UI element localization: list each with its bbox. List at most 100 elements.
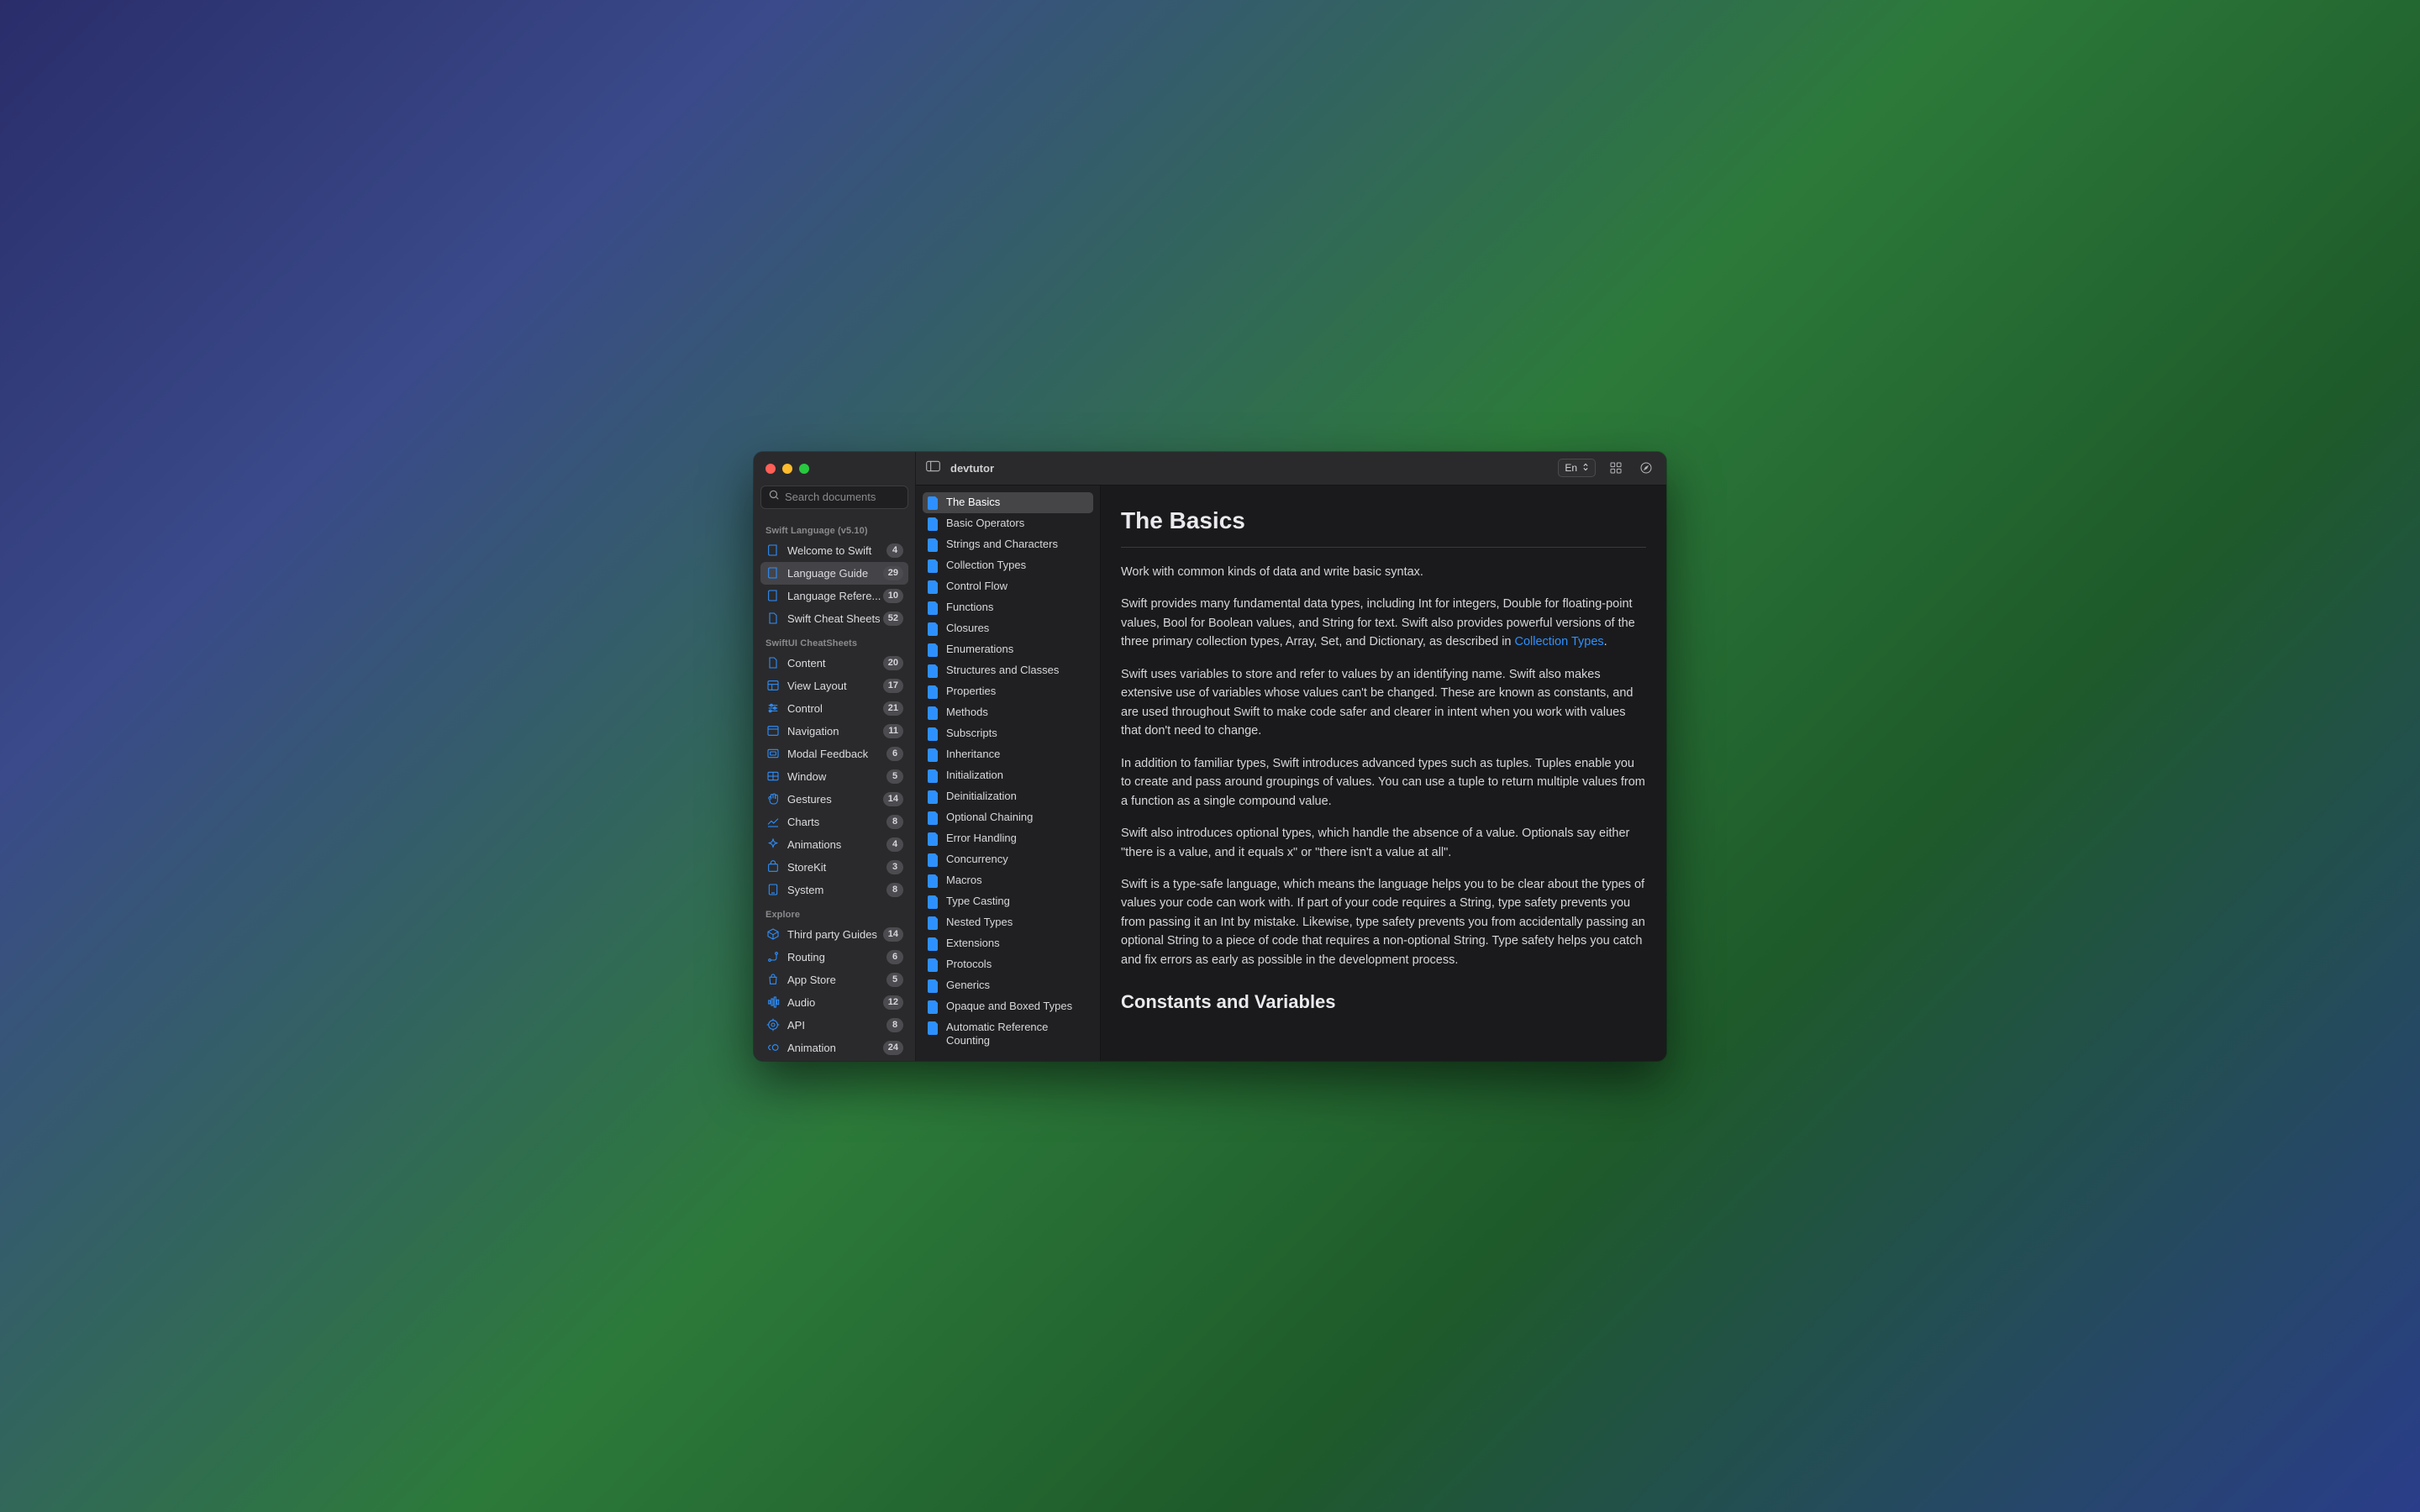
document-item-label: Type Casting [946, 895, 1010, 908]
document-item-label: Subscripts [946, 727, 997, 740]
sidebar-item[interactable]: Gestures14 [760, 788, 908, 811]
document-item[interactable]: Generics [923, 975, 1093, 996]
grid-view-button[interactable] [1606, 459, 1626, 477]
document-item-label: Enumerations [946, 643, 1013, 656]
compass-button[interactable] [1636, 459, 1656, 477]
document-item[interactable]: Subscripts [923, 723, 1093, 744]
sidebar-item[interactable]: Swift Cheat Sheets52 [760, 607, 908, 630]
sidebar-item-label: Modal Feedback [787, 748, 886, 760]
document-list-scroll[interactable]: The BasicsBasic OperatorsStrings and Cha… [916, 486, 1100, 1061]
sidebar-item[interactable]: View Layout17 [760, 675, 908, 697]
article-paragraph: Swift provides many fundamental data typ… [1121, 595, 1646, 651]
document-item-label: Inheritance [946, 748, 1000, 761]
minimize-button[interactable] [782, 464, 792, 474]
sidebar-item[interactable]: Window5 [760, 765, 908, 788]
document-item[interactable]: Nested Types [923, 912, 1093, 933]
sidebar-item[interactable]: Control21 [760, 697, 908, 720]
document-item-label: Error Handling [946, 832, 1017, 845]
sidebar-item[interactable]: Routing6 [760, 946, 908, 969]
sidebar-item[interactable]: Navigation11 [760, 720, 908, 743]
document-item[interactable]: Macros [923, 870, 1093, 891]
sidebar-item[interactable]: Animation24 [760, 1037, 908, 1059]
count-badge: 24 [883, 1041, 903, 1055]
document-item-label: Structures and Classes [946, 664, 1059, 677]
count-badge: 21 [883, 701, 903, 716]
chart-icon [765, 814, 781, 829]
device-icon [765, 882, 781, 897]
document-item[interactable]: The Basics [923, 492, 1093, 513]
sidebar-item-label: Language Guide [787, 567, 883, 580]
sidebar-item-label: View Layout [787, 680, 883, 692]
sidebar-item[interactable]: Third party Guides14 [760, 923, 908, 946]
book-icon [765, 565, 781, 580]
document-item[interactable]: Opaque and Boxed Types [923, 996, 1093, 1017]
zoom-button[interactable] [799, 464, 809, 474]
cart-icon [765, 859, 781, 874]
document-item[interactable]: Enumerations [923, 639, 1093, 660]
sidebar-item[interactable]: Welcome to Swift4 [760, 539, 908, 562]
count-badge: 11 [883, 724, 903, 738]
document-item[interactable]: Concurrency [923, 849, 1093, 870]
sidebar-section-title: Explore [760, 901, 908, 923]
search-input[interactable] [785, 491, 901, 503]
link-collection-types[interactable]: Collection Types [1515, 635, 1604, 648]
document-item[interactable]: Automatic Reference Counting [923, 1017, 1093, 1052]
count-badge: 14 [883, 927, 903, 942]
document-item[interactable]: Properties [923, 681, 1093, 702]
sidebar-item[interactable]: API8 [760, 1014, 908, 1037]
document-item[interactable]: Collection Types [923, 555, 1093, 576]
document-item[interactable]: Protocols [923, 954, 1093, 975]
document-item[interactable]: Structures and Classes [923, 660, 1093, 681]
sidebar-item[interactable]: System8 [760, 879, 908, 901]
document-item-label: Collection Types [946, 559, 1026, 572]
close-button[interactable] [765, 464, 776, 474]
search-field[interactable] [760, 486, 908, 509]
sidebar-item-label: StoreKit [787, 861, 886, 874]
document-icon [928, 496, 939, 510]
document-icon [928, 559, 939, 573]
count-badge: 3 [886, 860, 903, 874]
sidebar-item[interactable]: Language Refere...10 [760, 585, 908, 607]
sidebar-item-label: Gestures [787, 793, 883, 806]
document-item[interactable]: Deinitialization [923, 786, 1093, 807]
divider [1121, 547, 1646, 548]
document-item[interactable]: Basic Operators [923, 513, 1093, 534]
document-item[interactable]: Inheritance [923, 744, 1093, 765]
document-item[interactable]: Type Casting [923, 891, 1093, 912]
sidebar-item[interactable]: Animations4 [760, 833, 908, 856]
sidebar-item[interactable]: Audio12 [760, 991, 908, 1014]
sidebar-item[interactable]: Content20 [760, 652, 908, 675]
document-item[interactable]: Error Handling [923, 828, 1093, 849]
language-select[interactable]: En [1558, 459, 1596, 477]
document-item[interactable]: Closures [923, 618, 1093, 639]
window-icon [765, 723, 781, 738]
document-item[interactable]: Extensions [923, 933, 1093, 954]
sidebar-item-label: Language Refere... [787, 590, 883, 602]
sidebar-item[interactable]: Charts8 [760, 811, 908, 833]
document-item[interactable]: Methods [923, 702, 1093, 723]
sliders-icon [765, 701, 781, 716]
document-item-label: Closures [946, 622, 989, 635]
sidebar-item[interactable]: App Store5 [760, 969, 908, 991]
box-icon [765, 927, 781, 942]
sidebar-item[interactable]: StoreKit3 [760, 856, 908, 879]
audio-icon [765, 995, 781, 1010]
document-icon [928, 769, 939, 783]
count-badge: 4 [886, 837, 903, 852]
document-item[interactable]: Control Flow [923, 576, 1093, 597]
document-item-label: Properties [946, 685, 996, 698]
document-item[interactable]: Optional Chaining [923, 807, 1093, 828]
sidebar-list[interactable]: Swift Language (v5.10)Welcome to Swift4L… [754, 516, 915, 1061]
sidebar-toggle-icon[interactable] [926, 460, 940, 476]
document-icon [928, 706, 939, 720]
sidebar-item[interactable]: Modal Feedback6 [760, 743, 908, 765]
document-icon [928, 517, 939, 531]
document-item-label: Opaque and Boxed Types [946, 1000, 1072, 1013]
document-item[interactable]: Strings and Characters [923, 534, 1093, 555]
document-item-label: Concurrency [946, 853, 1008, 866]
article[interactable]: The Basics Work with common kinds of dat… [1101, 486, 1666, 1061]
document-item[interactable]: Functions [923, 597, 1093, 618]
sidebar-item-label: Animation [787, 1042, 883, 1054]
document-item[interactable]: Initialization [923, 765, 1093, 786]
sidebar-item[interactable]: Language Guide29 [760, 562, 908, 585]
